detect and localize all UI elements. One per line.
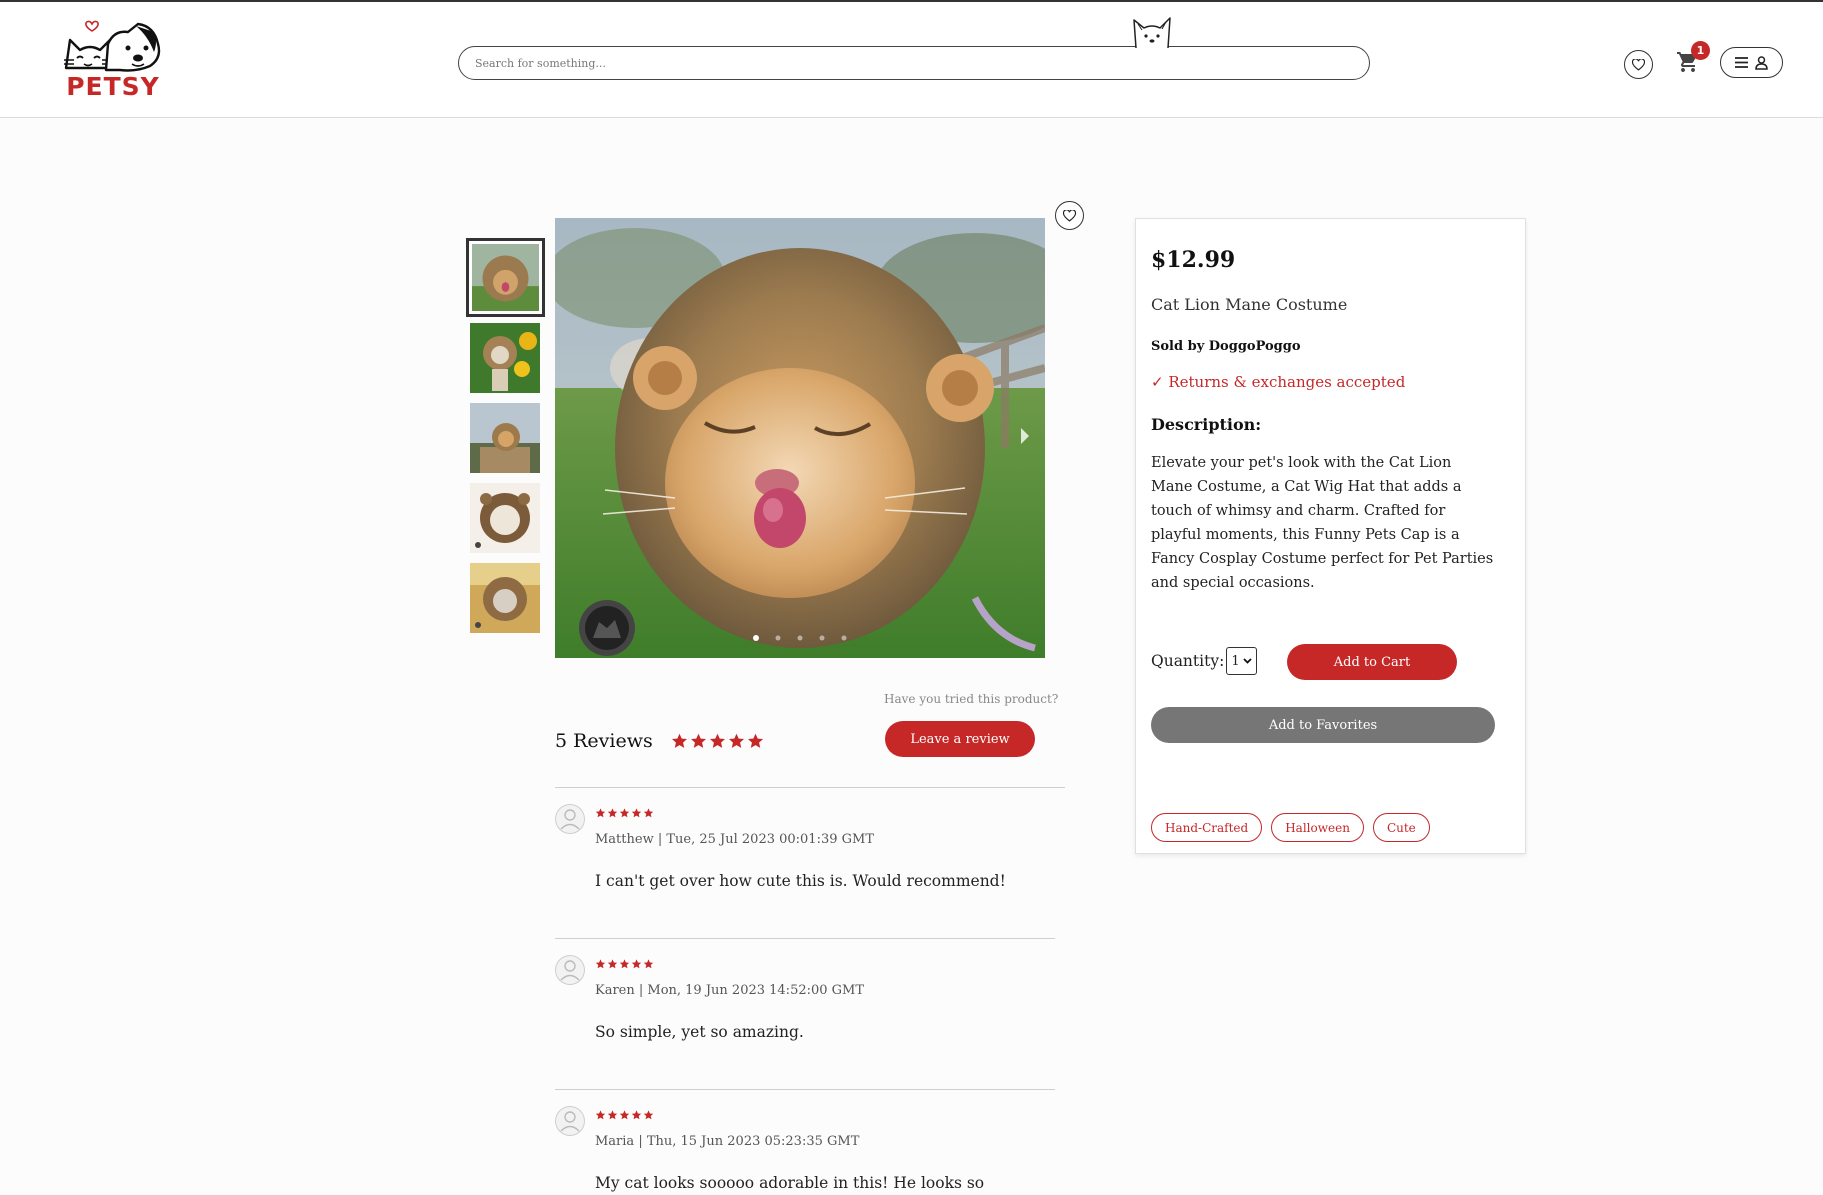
- review-text: So simple, yet so amazing.: [595, 1023, 804, 1041]
- leave-review-button[interactable]: Leave a review: [885, 721, 1035, 757]
- gallery-thumbnail[interactable]: [466, 238, 545, 317]
- add-to-favorites-button[interactable]: Add to Favorites: [1151, 707, 1495, 743]
- gallery-thumbnail[interactable]: [470, 563, 540, 633]
- review-divider: [555, 1089, 1055, 1090]
- avatar: [555, 804, 585, 834]
- review-author-date: Matthew | Tue, 25 Jul 2023 00:01:39 GMT: [595, 832, 874, 847]
- avatar: [555, 1106, 585, 1136]
- review-rating-stars: [595, 959, 654, 969]
- review-rating-stars: [595, 1110, 654, 1120]
- star-icon: [631, 1110, 642, 1120]
- star-icon: [747, 733, 763, 748]
- review-item: Karen | Mon, 19 Jun 2023 14:52:00 GMT So…: [555, 955, 1055, 1045]
- quantity-value: 1: [1231, 653, 1240, 669]
- review-author-date: Karen | Mon, 19 Jun 2023 14:52:00 GMT: [595, 983, 865, 998]
- review-divider: [555, 938, 1055, 939]
- cat-dog-logo-icon: [64, 20, 161, 72]
- default-avatar-icon: [555, 804, 585, 834]
- product-thumbnail-image: [472, 244, 539, 311]
- main-product-image[interactable]: [555, 218, 1045, 658]
- add-favorite-heart-button[interactable]: [1055, 201, 1084, 230]
- product-thumbnail-image: [470, 483, 540, 553]
- returns-policy: ✓ Returns & exchanges accepted: [1151, 373, 1406, 391]
- product-name: Cat Lion Mane Costume: [1151, 295, 1348, 314]
- star-icon: [643, 808, 654, 818]
- product-thumbnail-image: [470, 563, 540, 633]
- star-icon: [619, 1110, 630, 1120]
- review-rating-stars: [595, 808, 654, 818]
- lion-mane-cat-photo: [555, 218, 1045, 658]
- cart-count-badge: 1: [1691, 41, 1710, 60]
- product-tags: Hand-Crafted Halloween Cute: [1151, 813, 1430, 842]
- product-thumbnail-image: [470, 323, 540, 393]
- menu-icon: [1735, 57, 1748, 68]
- tag-halloween[interactable]: Halloween: [1271, 813, 1364, 842]
- add-to-cart-button[interactable]: Add to Cart: [1287, 644, 1457, 680]
- heart-icon: [1063, 209, 1076, 222]
- average-rating-stars: [671, 733, 764, 749]
- petsy-logo[interactable]: PETSY: [62, 18, 164, 104]
- product-info-panel: $12.99 Cat Lion Mane Costume Sold by Dog…: [1135, 218, 1526, 854]
- review-text: My cat looks sooooo adorable in this! He…: [595, 1174, 985, 1192]
- site-header: PETSY 1: [0, 0, 1823, 118]
- seller-name[interactable]: Sold by DoggoPoggo: [1151, 339, 1301, 354]
- reviews-divider: [555, 787, 1065, 788]
- star-icon: [728, 733, 744, 748]
- brand-name: PETSY: [66, 72, 160, 101]
- heart-icon: [1632, 58, 1645, 71]
- star-icon: [631, 808, 642, 818]
- star-icon: [690, 733, 706, 748]
- user-icon: [1755, 55, 1768, 70]
- star-icon: [607, 808, 618, 818]
- chevron-down-icon: [1243, 658, 1252, 664]
- star-icon: [631, 959, 642, 969]
- avatar: [555, 955, 585, 985]
- star-icon: [619, 808, 630, 818]
- reviews-summary: 5 Reviews: [555, 730, 764, 752]
- tag-hand-crafted[interactable]: Hand-Crafted: [1151, 813, 1263, 842]
- description-heading: Description:: [1151, 415, 1262, 434]
- review-prompt: Have you tried this product?: [884, 692, 1059, 706]
- star-icon: [643, 959, 654, 969]
- default-avatar-icon: [555, 1106, 585, 1136]
- product-description: Elevate your pet's look with the Cat Lio…: [1151, 455, 1494, 591]
- gallery-thumbnail[interactable]: [470, 323, 540, 393]
- quantity-label: Quantity:: [1151, 652, 1225, 670]
- search-input[interactable]: [459, 47, 1369, 79]
- review-item: Maria | Thu, 15 Jun 2023 05:23:35 GMT My…: [555, 1106, 1055, 1195]
- review-item: Matthew | Tue, 25 Jul 2023 00:01:39 GMT …: [555, 804, 1055, 894]
- review-author-date: Maria | Thu, 15 Jun 2023 05:23:35 GMT: [595, 1134, 860, 1149]
- star-icon: [607, 1110, 618, 1120]
- reviews-count: 5 Reviews: [555, 730, 653, 752]
- gallery-thumbnail[interactable]: [470, 483, 540, 553]
- star-icon: [709, 733, 725, 748]
- favorites-button[interactable]: [1624, 50, 1653, 79]
- review-text: I can't get over how cute this is. Would…: [595, 872, 1006, 890]
- star-icon: [595, 1110, 606, 1120]
- product-thumbnail-image: [470, 403, 540, 473]
- tag-cute[interactable]: Cute: [1372, 813, 1430, 842]
- search-bar[interactable]: [458, 46, 1370, 80]
- star-icon: [607, 959, 618, 969]
- peeking-dog-icon: [1133, 17, 1171, 48]
- gallery-thumbnail[interactable]: [470, 403, 540, 473]
- star-icon: [595, 808, 606, 818]
- product-price: $12.99: [1151, 247, 1236, 273]
- star-icon: [595, 959, 606, 969]
- user-menu-button[interactable]: [1720, 47, 1783, 78]
- star-icon: [643, 1110, 654, 1120]
- default-avatar-icon: [555, 955, 585, 985]
- quantity-select[interactable]: 1: [1226, 647, 1257, 675]
- star-icon: [671, 733, 687, 748]
- star-icon: [619, 959, 630, 969]
